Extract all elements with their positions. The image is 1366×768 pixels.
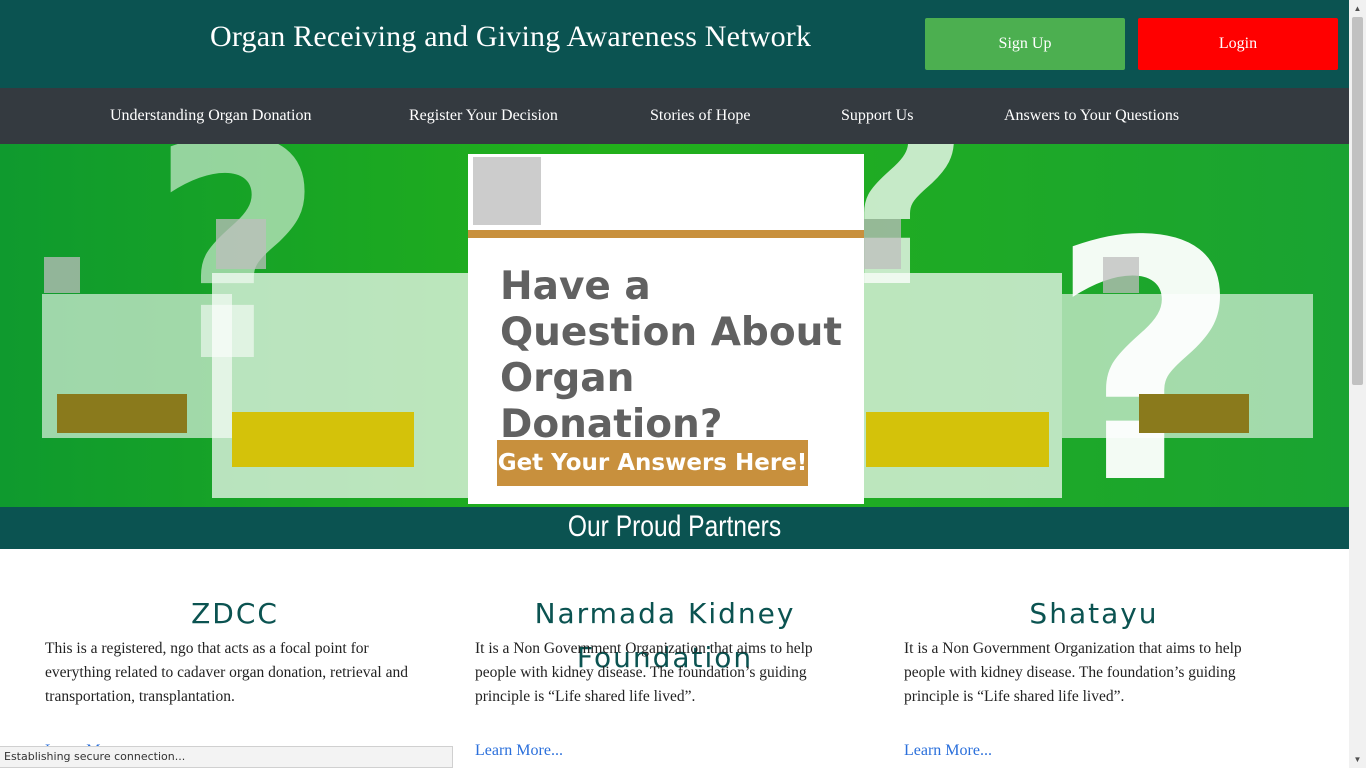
main-nav: Understanding Organ Donation Register Yo… <box>0 88 1349 144</box>
partner-card-narmada: Narmada Kidney Foundation It is a Non Go… <box>475 592 855 759</box>
browser-status-bar: Establishing secure connection... <box>0 746 453 768</box>
partner-description: It is a Non Government Organization that… <box>904 640 1242 705</box>
question-card[interactable]: Have a Question About Organ Donation? Ge… <box>468 154 864 504</box>
nav-item-support-us[interactable]: Support Us <box>841 88 913 144</box>
hero-heading: Have a Question About Organ Donation? <box>500 264 843 447</box>
site-header: Organ Receiving and Giving Awareness Net… <box>0 0 1349 88</box>
scroll-down-arrow-icon[interactable]: ▼ <box>1349 751 1366 768</box>
signup-button[interactable]: Sign Up <box>925 18 1125 70</box>
decor-square <box>863 219 901 269</box>
decor-square <box>1103 257 1139 293</box>
partner-card-zdcc: ZDCC This is a registered, ngo that acts… <box>45 592 425 759</box>
partner-name: Shatayu <box>1029 597 1159 630</box>
nav-item-register-your-decision[interactable]: Register Your Decision <box>409 88 558 144</box>
scroll-up-arrow-icon[interactable]: ▲ <box>1349 0 1366 17</box>
site-title: Organ Receiving and Giving Awareness Net… <box>210 20 812 53</box>
nav-item-answers-to-your-questions[interactable]: Answers to Your Questions <box>1004 88 1179 144</box>
partner-learn-more-link[interactable]: Learn More... <box>904 742 992 760</box>
card-image-placeholder <box>473 157 541 225</box>
vertical-scrollbar[interactable]: ▲ ▼ <box>1349 0 1366 768</box>
login-button[interactable]: Login <box>1138 18 1338 70</box>
decor-square <box>216 219 266 269</box>
nav-item-stories-of-hope[interactable]: Stories of Hope <box>650 88 750 144</box>
partner-name: Narmada Kidney Foundation <box>534 597 796 674</box>
scrollbar-thumb[interactable] <box>1352 17 1363 385</box>
decor-bar <box>57 394 187 433</box>
partner-card-shatayu: Shatayu It is a Non Government Organizat… <box>904 592 1284 759</box>
partners-title: Our Proud Partners <box>567 510 782 543</box>
partners-header: Our Proud Partners <box>0 507 1349 549</box>
nav-item-understanding-organ-donation[interactable]: Understanding Organ Donation <box>110 88 311 144</box>
decor-bar <box>866 412 1049 467</box>
partner-learn-more-link[interactable]: Learn More... <box>475 742 563 760</box>
decor-bar <box>1139 394 1249 433</box>
card-divider <box>468 230 864 238</box>
partner-name: ZDCC <box>191 597 279 630</box>
decor-square <box>44 257 80 293</box>
partner-description: This is a registered, ngo that acts as a… <box>45 640 408 705</box>
partner-description: It is a Non Government Organization that… <box>475 640 813 705</box>
hero-banner[interactable]: ? ? ? Have a Question About Organ Donati… <box>0 144 1349 507</box>
get-answers-button[interactable]: Get Your Answers Here! <box>497 440 808 486</box>
decor-bar <box>232 412 414 467</box>
